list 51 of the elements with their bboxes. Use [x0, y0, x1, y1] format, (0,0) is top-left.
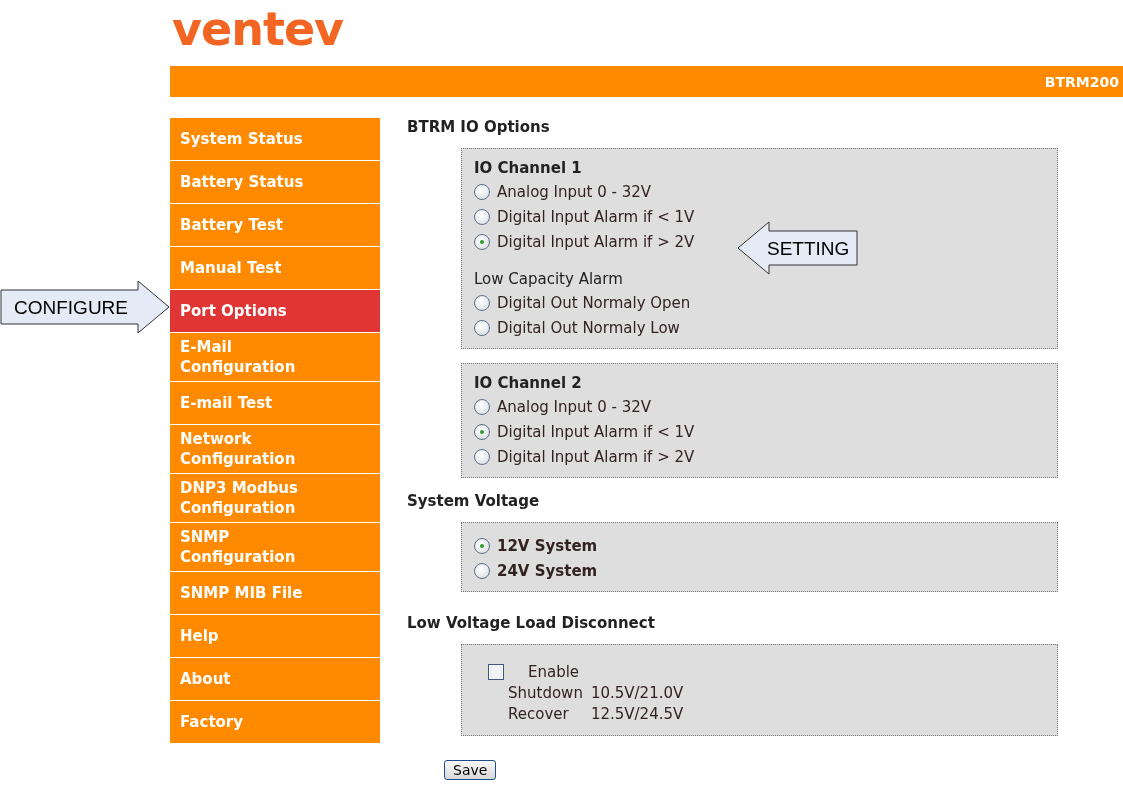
nav-item[interactable]: E-Mail Configuration [170, 333, 380, 381]
section-title: System Voltage [407, 492, 541, 510]
option-label: Analog Input 0 - 32V [497, 182, 652, 201]
channel-title: IO Channel 2 [474, 373, 583, 394]
callout-label: CONFIGURE [14, 296, 128, 319]
nav-item[interactable]: SNMP Configuration [170, 523, 380, 571]
option-label: Digital Input Alarm if > 2V [497, 447, 695, 466]
nav-item[interactable]: System Status [170, 118, 380, 160]
radio-button[interactable] [474, 319, 490, 336]
nav-item[interactable]: About [170, 658, 380, 700]
nav-item[interactable]: Help [170, 615, 380, 657]
radio-button[interactable] [474, 562, 490, 579]
channel-title: IO Channel 1 [474, 158, 583, 179]
device-name: BTRM200 [1044, 73, 1119, 90]
option-label: Digital Input Alarm if < 1V [497, 207, 695, 226]
nav-item[interactable]: SNMP MIB File [170, 572, 380, 614]
section-title: Low Voltage Load Disconnect [407, 614, 656, 632]
setting-label: Shutdown [508, 683, 583, 704]
option-label: 24V System [497, 561, 598, 580]
option-label: Digital Input Alarm if < 1V [497, 422, 695, 441]
callout-label: SETTING [767, 237, 850, 260]
option-label: Digital Out Normaly Open [497, 293, 691, 312]
logo: ventev [172, 6, 344, 52]
nav-item[interactable]: Port Options [170, 290, 380, 332]
section-title: BTRM IO Options [407, 118, 551, 136]
nav-item[interactable]: Battery Status [170, 161, 380, 203]
nav-item[interactable]: DNP3 Modbus Configuration [170, 474, 380, 522]
radio-button[interactable] [474, 208, 490, 225]
option-label: Digital Input Alarm if > 2V [497, 232, 695, 251]
option-label: 12V System [497, 536, 598, 555]
radio-button[interactable] [474, 183, 490, 200]
radio-button[interactable] [474, 537, 490, 554]
save-button[interactable]: Save [444, 760, 497, 780]
nav-item[interactable]: Network Configuration [170, 425, 380, 473]
setting-value: 10.5V/21.0V [590, 683, 684, 704]
nav-item[interactable]: Battery Test [170, 204, 380, 246]
setting-label: Recover [508, 704, 570, 725]
radio-button[interactable] [474, 294, 490, 311]
radio-button[interactable] [474, 233, 490, 250]
checkbox-label: Enable [528, 663, 580, 681]
radio-button[interactable] [474, 448, 490, 465]
checkbox[interactable] [488, 664, 504, 680]
option-label: Analog Input 0 - 32V [497, 397, 652, 416]
nav-item[interactable]: E-mail Test [170, 382, 380, 424]
group-label: Low Capacity Alarm [474, 269, 624, 290]
radio-button[interactable] [474, 398, 490, 415]
radio-button[interactable] [474, 423, 490, 440]
nav-item[interactable]: Manual Test [170, 247, 380, 289]
setting-value: 12.5V/24.5V [590, 704, 684, 725]
nav-item[interactable]: Factory [170, 701, 380, 743]
option-label: Digital Out Normaly Low [497, 318, 680, 337]
